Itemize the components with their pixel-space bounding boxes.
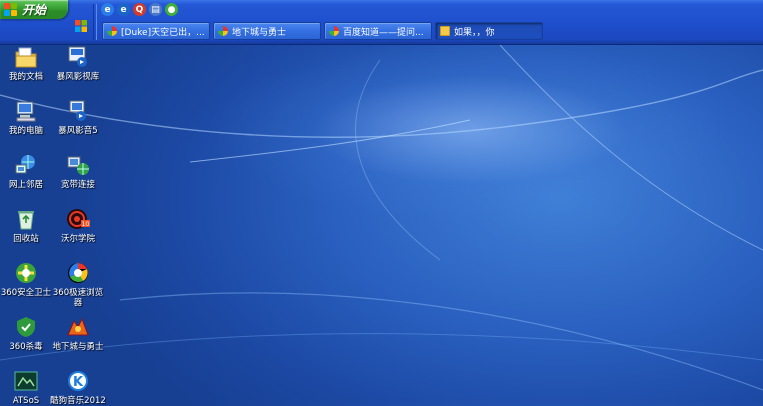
desktop-shortcut[interactable]: 暴风影音5: [50, 99, 106, 136]
documents-folder-icon: [14, 45, 38, 69]
desktop-quick-icon[interactable]: ▤: [149, 3, 162, 16]
task-button-label: 百度知道——提问...: [343, 27, 424, 38]
360-browser-icon: [66, 261, 90, 285]
desktop-shortcut-label: 暴风影视库: [56, 72, 100, 82]
desktop-shortcut-label: 地下城与勇士: [52, 342, 104, 352]
desktop-shortcut[interactable]: 暴风影视库: [50, 45, 106, 82]
desktop-shortcut-label: 360杀毒: [9, 342, 43, 352]
desktop-shortcut-label: 酷狗音乐2012: [50, 396, 106, 406]
browser-quick-icon[interactable]: e: [117, 3, 130, 16]
task-button[interactable]: [Duke]天空已出，...: [102, 22, 210, 40]
start-label: 开始: [22, 3, 47, 17]
desktop-shortcut[interactable]: 地下城与勇士: [50, 315, 106, 352]
task-button[interactable]: 地下城与勇士: [213, 22, 321, 40]
desktop-shortcut[interactable]: 回收站: [0, 207, 54, 244]
desktop-shortcut-label: 宽带连接: [60, 180, 95, 190]
desktop-shortcut[interactable]: ATSoS: [0, 369, 54, 406]
academy-icon: 101: [66, 207, 93, 231]
desktop-shortcut[interactable]: 360杀毒: [0, 315, 54, 352]
storm-video-library-icon: [66, 45, 90, 69]
quick-launch-bar: e e Q ▤ ●: [101, 3, 178, 16]
desktop-shortcut-label: ATSoS: [12, 396, 40, 406]
broadband-icon: [66, 153, 90, 177]
ie-icon: [107, 26, 117, 36]
taskbar: 开始 e e Q ▤ ● [Duke]天空已出，... 地下城与勇士 百度知道——提问...…: [0, 0, 763, 45]
desktop-shortcut[interactable]: 网上邻居: [0, 153, 54, 190]
360-safe-icon: [14, 261, 38, 285]
dnf-game-icon: [66, 315, 90, 339]
desktop-shortcut-label: 暴风影音5: [58, 126, 98, 136]
desktop-shortcut-label: 回收站: [13, 234, 39, 244]
desktop-shortcut-label: 网上邻居: [8, 180, 43, 190]
desktop-shortcut[interactable]: 宽带连接: [50, 153, 106, 190]
recycle-bin-icon: [14, 207, 38, 231]
windows-logo-icon: [4, 2, 18, 17]
my-computer-icon: [14, 99, 38, 123]
desktop-shortcut-label: 我的电脑: [8, 126, 43, 136]
svg-text:K: K: [73, 375, 84, 390]
task-button[interactable]: 百度知道——提问...: [324, 22, 432, 40]
kugou-icon: K: [66, 369, 90, 393]
chrome-quick-icon[interactable]: ●: [165, 3, 178, 16]
desktop-shortcut-label: 我的文档: [8, 72, 43, 82]
desktop-shortcut-label: 360极速浏览器: [52, 288, 104, 308]
desktop-wallpaper: [0, 44, 763, 391]
task-button-label: 如果，，你: [454, 27, 495, 38]
start-button[interactable]: 开始: [0, 0, 68, 19]
windows-flag-small-icon[interactable]: [75, 20, 87, 32]
desktop-shortcut[interactable]: 360安全卫士: [0, 261, 54, 298]
desktop-shortcut[interactable]: 我的文档: [0, 45, 54, 82]
ie-icon: [329, 26, 339, 36]
task-button[interactable]: 如果，，你: [435, 22, 543, 40]
network-icon: [14, 153, 38, 177]
task-button-label: 地下城与勇士: [232, 27, 287, 38]
360-antivirus-icon: [14, 315, 38, 339]
task-button-label: [Duke]天空已出，...: [121, 27, 205, 38]
ie-icon: [218, 26, 228, 36]
desktop-shortcut[interactable]: 360极速浏览器: [50, 261, 106, 308]
folder-icon: [440, 26, 450, 36]
desktop-shortcut-label: 360安全卫士: [0, 288, 52, 298]
taskbar-separator: [93, 4, 97, 40]
svg-text:101: 101: [82, 221, 91, 228]
desktop-shortcut-label: 沃尔学院: [60, 234, 95, 244]
atsos-icon: [14, 369, 38, 393]
ie-quick-icon[interactable]: e: [101, 3, 114, 16]
desktop-shortcut[interactable]: 101 沃尔学院: [50, 207, 106, 244]
desktop-shortcut[interactable]: K 酷狗音乐2012: [50, 369, 106, 406]
storm-player-icon: [66, 99, 90, 123]
qq-quick-icon[interactable]: Q: [133, 3, 146, 16]
desktop-shortcut[interactable]: 我的电脑: [0, 99, 54, 136]
task-buttons: [Duke]天空已出，... 地下城与勇士 百度知道——提问... 如果，，你: [102, 22, 543, 40]
